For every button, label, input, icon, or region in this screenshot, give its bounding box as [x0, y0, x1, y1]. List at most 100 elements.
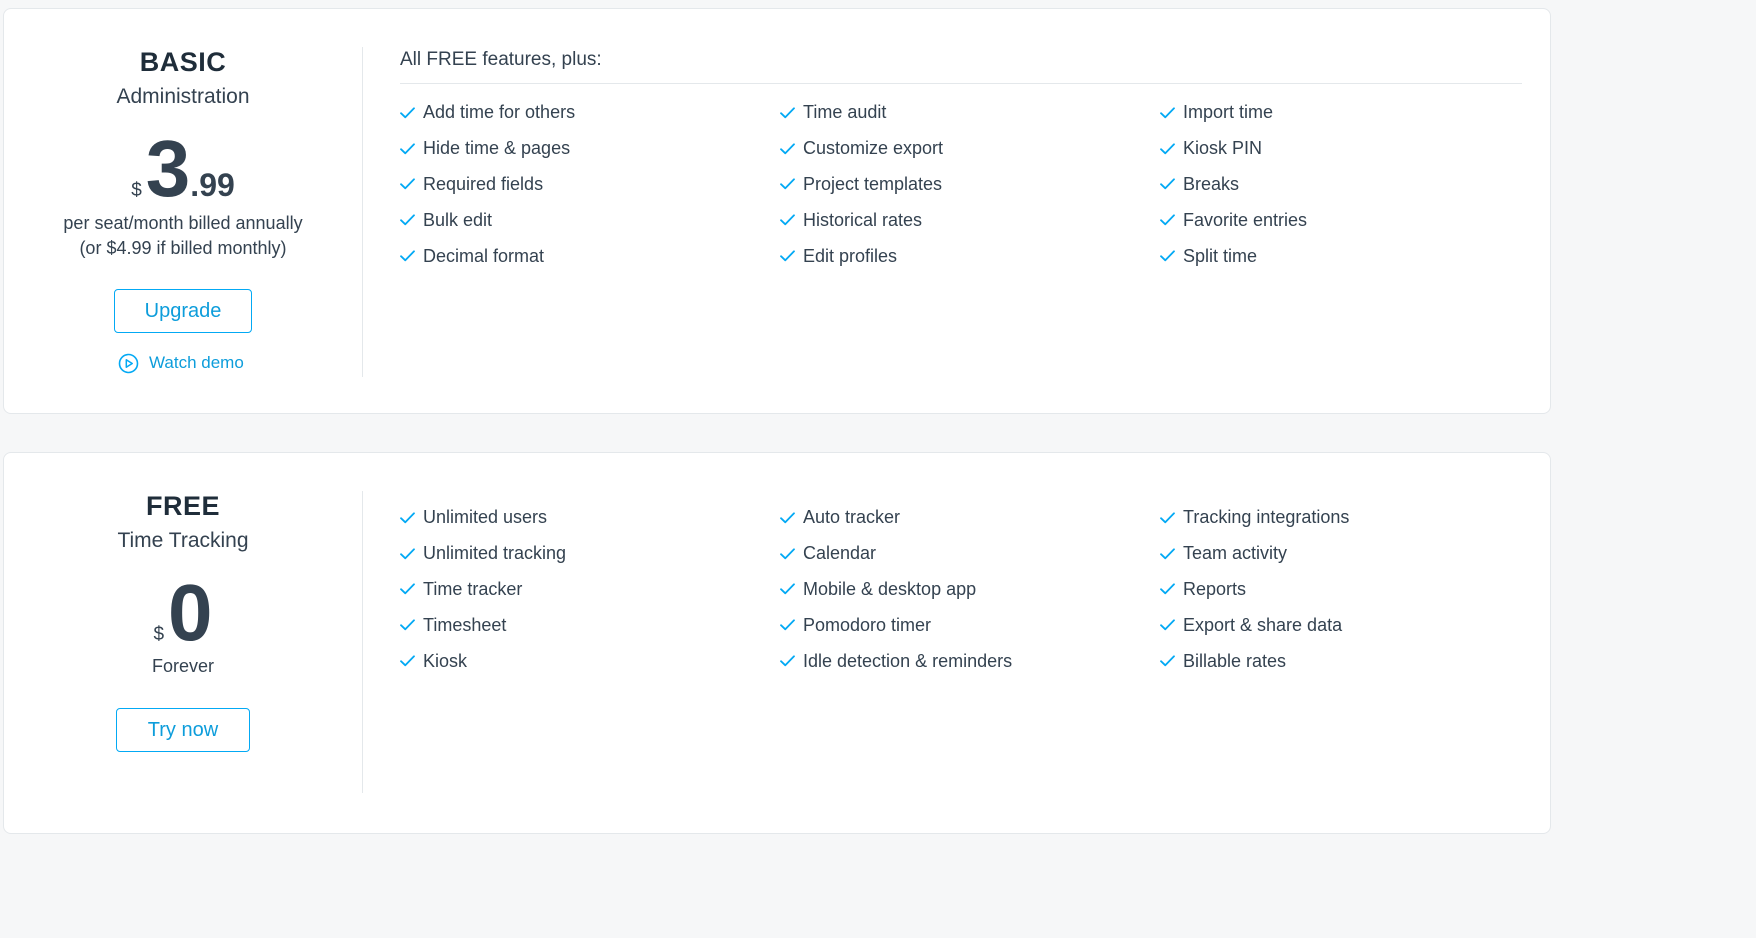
basic-plan-summary: BASIC Administration $3.99 per seat/mont…	[4, 9, 362, 413]
check-icon	[400, 583, 415, 595]
feature-label: Mobile & desktop app	[803, 578, 977, 599]
feature-item: Tracking integrations	[1160, 500, 1540, 536]
column-divider	[362, 491, 363, 793]
feature-label: Kiosk PIN	[1183, 138, 1263, 159]
feature-item: Idle detection & reminders	[780, 643, 1160, 679]
feature-item: Decimal format	[400, 238, 780, 274]
feature-label: Bulk edit	[423, 209, 493, 230]
watch-demo-link[interactable]: Watch demo	[118, 351, 258, 375]
check-icon	[400, 250, 415, 262]
feature-item: Team activity	[1160, 536, 1540, 572]
check-icon	[1160, 583, 1175, 595]
feature-item: Time tracker	[400, 572, 780, 608]
check-icon	[400, 512, 415, 524]
feature-label: Customize export	[803, 138, 944, 159]
price-integer: 0	[168, 568, 213, 657]
feature-label: Pomodoro timer	[803, 614, 932, 635]
check-icon	[1160, 250, 1175, 262]
plan-subtitle: Time Tracking	[117, 529, 249, 552]
feature-label: Favorite entries	[1183, 209, 1308, 230]
feature-item: Project templates	[780, 167, 1160, 203]
feature-label: Reports	[1183, 578, 1247, 599]
check-icon	[400, 655, 415, 667]
price-decimal: .99	[190, 167, 235, 203]
feature-label: Decimal format	[423, 245, 545, 266]
check-icon	[780, 107, 795, 119]
upgrade-button[interactable]: Upgrade	[114, 289, 252, 333]
check-icon	[1160, 548, 1175, 559]
basic-plan-card: BASIC Administration $3.99 per seat/mont…	[3, 8, 1551, 414]
check-icon	[780, 548, 795, 559]
feature-label: Export & share data	[1183, 614, 1343, 635]
features-heading: All FREE features, plus:	[400, 49, 1522, 84]
feature-label: Project templates	[803, 173, 943, 194]
feature-item: Favorite entries	[1160, 202, 1540, 238]
column-divider	[362, 47, 363, 377]
feature-label: Split time	[1183, 245, 1258, 266]
feature-label: Unlimited tracking	[423, 543, 567, 564]
feature-item: Required fields	[400, 167, 780, 203]
check-icon	[780, 583, 795, 595]
feature-label: Idle detection & reminders	[803, 650, 1013, 671]
feature-item: Import time	[1160, 95, 1540, 131]
price-note-annual: per seat/month billed annually	[63, 213, 303, 233]
check-icon	[400, 107, 415, 119]
feature-item: Add time for others	[400, 95, 780, 131]
check-icon	[780, 214, 795, 226]
feature-label: Import time	[1183, 102, 1274, 123]
feature-label: Hide time & pages	[423, 138, 571, 159]
feature-label: Add time for others	[423, 102, 576, 123]
feature-label: Kiosk	[423, 650, 468, 671]
check-icon	[780, 178, 795, 190]
check-icon	[780, 143, 795, 154]
feature-label: Auto tracker	[803, 507, 901, 528]
price-currency: $	[131, 180, 142, 201]
feature-label: Unlimited users	[423, 507, 548, 528]
check-icon	[780, 512, 795, 524]
check-icon	[400, 619, 415, 631]
feature-label: Historical rates	[803, 209, 923, 230]
plan-name: BASIC	[139, 47, 227, 77]
free-plan-card: FREE Time Tracking $0 Forever Try now Un…	[3, 452, 1551, 834]
check-icon	[400, 214, 415, 226]
check-icon	[780, 250, 795, 262]
feature-label: Tracking integrations	[1183, 507, 1350, 528]
check-icon	[1160, 655, 1175, 667]
play-circle-icon	[118, 353, 139, 373]
plan-subtitle: Administration	[116, 85, 250, 108]
try-now-button[interactable]: Try now	[116, 708, 250, 752]
feature-label: Billable rates	[1183, 650, 1287, 671]
feature-label: Team activity	[1183, 543, 1288, 564]
price-integer: 3	[145, 124, 191, 213]
feature-item: Unlimited tracking	[400, 536, 780, 572]
feature-item: Unlimited users	[400, 500, 780, 536]
check-icon	[1160, 619, 1175, 631]
feature-item: Breaks	[1160, 167, 1540, 203]
feature-label: Time tracker	[423, 578, 523, 599]
price-currency: $	[153, 624, 165, 645]
feature-label: Required fields	[423, 173, 544, 194]
feature-label: Breaks	[1183, 173, 1240, 194]
plan-price: $0	[4, 573, 362, 653]
feature-item: Edit profiles	[780, 238, 1160, 274]
feature-item: Pomodoro timer	[780, 607, 1160, 643]
check-icon	[1160, 214, 1175, 226]
feature-item: Billable rates	[1160, 643, 1540, 679]
feature-item: Timesheet	[400, 607, 780, 643]
feature-item: Customize export	[780, 131, 1160, 167]
check-icon	[1160, 512, 1175, 524]
feature-label: Time audit	[803, 102, 887, 123]
feature-label: Edit profiles	[803, 245, 898, 266]
check-icon	[400, 178, 415, 190]
feature-item: Time audit	[780, 95, 1160, 131]
free-plan-summary: FREE Time Tracking $0 Forever Try now	[4, 453, 362, 833]
price-note-monthly: (or $4.99 if billed monthly)	[79, 238, 287, 258]
check-icon	[400, 143, 415, 154]
check-icon	[780, 655, 795, 667]
feature-item: Calendar	[780, 536, 1160, 572]
feature-item: Auto tracker	[780, 500, 1160, 536]
plan-price: $3.99	[4, 129, 362, 209]
price-note: Forever	[151, 656, 214, 676]
plan-name: FREE	[145, 491, 220, 521]
check-icon	[400, 548, 415, 559]
